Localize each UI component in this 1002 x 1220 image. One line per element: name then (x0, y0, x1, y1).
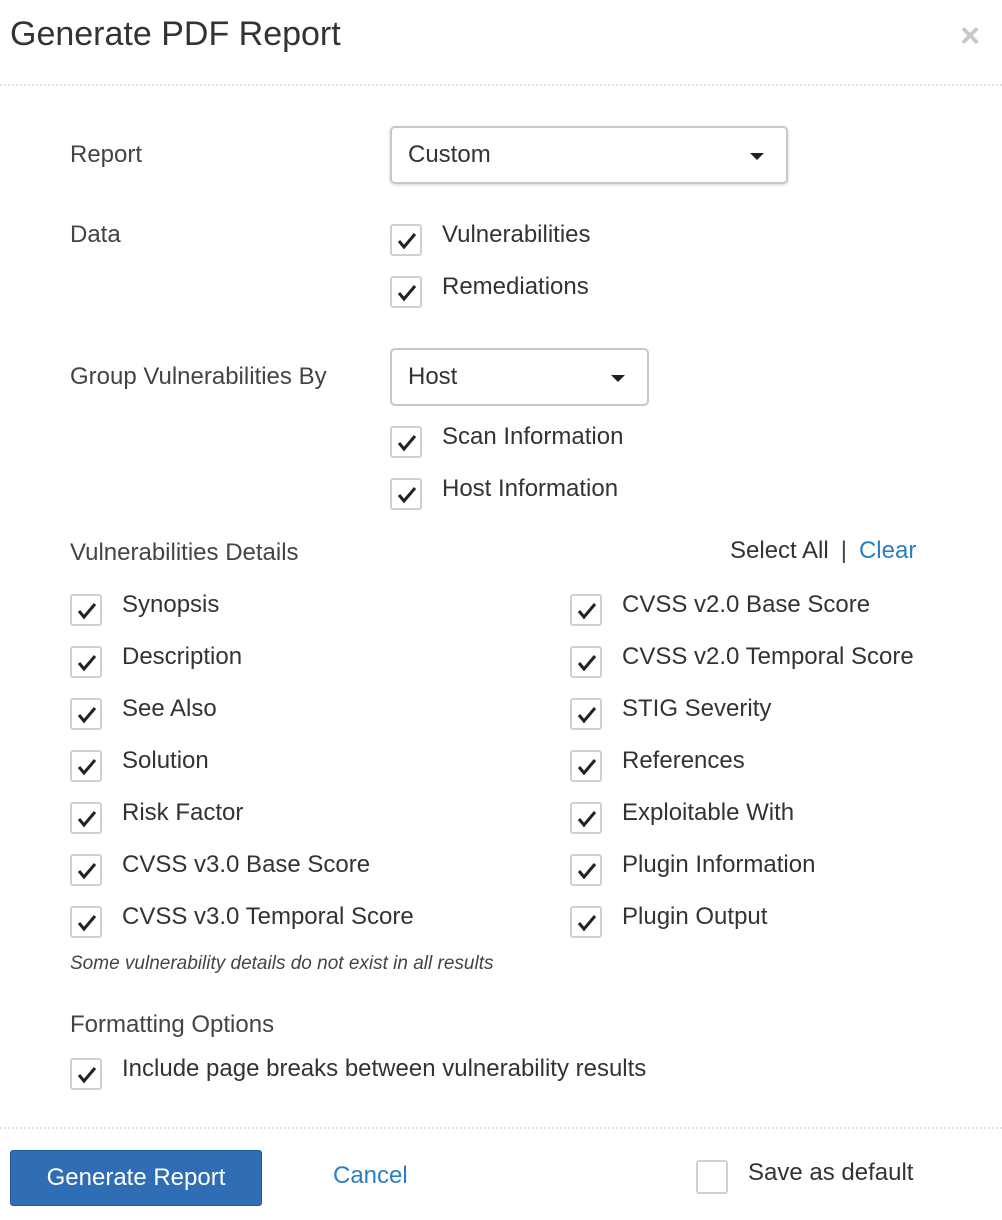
checkbox-box[interactable] (70, 698, 102, 730)
checkmark-icon (77, 863, 97, 880)
checkbox-label: CVSS v2.0 Temporal Score (622, 643, 914, 670)
group-by-label: Group Vulnerabilities By (70, 363, 327, 390)
header-divider (0, 84, 1002, 86)
checkmark-icon (77, 811, 97, 828)
close-icon[interactable]: × (954, 18, 986, 54)
caret-down-icon (750, 153, 764, 160)
checkbox-box[interactable] (70, 854, 102, 886)
checkbox-box[interactable] (570, 802, 602, 834)
checkbox-label: References (622, 747, 745, 774)
checkbox-box[interactable] (570, 698, 602, 730)
checkbox-box[interactable] (390, 426, 422, 458)
checkbox-box[interactable] (570, 594, 602, 626)
dialog-title: Generate PDF Report (10, 15, 341, 53)
checkbox-label: Host Information (442, 475, 619, 502)
checkbox-box[interactable] (70, 906, 102, 938)
checkmark-icon (577, 811, 597, 828)
checkbox-box[interactable] (696, 1160, 728, 1194)
checkbox-label: Scan Information (442, 423, 624, 450)
checkmark-icon (577, 603, 597, 620)
details-note: Some vulnerability details do not exist … (70, 953, 494, 974)
checkbox-label: CVSS v3.0 Base Score (122, 851, 371, 878)
checkbox-label: Exploitable With (622, 799, 795, 826)
checkbox-label: Synopsis (122, 591, 220, 618)
checkmark-icon (77, 759, 97, 776)
report-select[interactable]: Custom (390, 126, 788, 184)
checkbox-label: CVSS v3.0 Temporal Score (122, 903, 414, 930)
checkmark-icon (577, 655, 597, 672)
checkmark-icon (577, 863, 597, 880)
checkbox-box[interactable] (70, 594, 102, 626)
checkmark-icon (77, 603, 97, 620)
checkbox-box[interactable] (390, 276, 422, 308)
checkmark-icon (397, 487, 417, 504)
group-by-select-value: Host (408, 363, 458, 390)
report-label: Report (70, 141, 143, 168)
checkmark-icon (77, 1067, 97, 1084)
checkbox-box[interactable] (70, 750, 102, 782)
dialog-header: Generate PDF Report × (0, 0, 1002, 86)
checkmark-icon (397, 285, 417, 302)
checkbox-label: Risk Factor (122, 799, 244, 826)
checkbox-label: Plugin Information (622, 851, 816, 878)
select-links: Select All | Clear (730, 536, 916, 566)
data-label: Data (70, 221, 121, 248)
checkmark-icon (577, 915, 597, 932)
checkbox-label: Description (122, 643, 243, 670)
checkbox-label: STIG Severity (622, 695, 772, 722)
checkbox-label: Vulnerabilities (442, 221, 591, 248)
group-by-select[interactable]: Host (390, 348, 649, 406)
checkbox-label: See Also (122, 695, 217, 722)
checkmark-icon (77, 915, 97, 932)
checkmark-icon (397, 435, 417, 452)
checkbox-label: Plugin Output (622, 903, 768, 930)
vulnerabilities-details-heading: Vulnerabilities Details (70, 539, 299, 566)
checkbox-box[interactable] (570, 646, 602, 678)
formatting-options-heading: Formatting Options (70, 1011, 275, 1038)
footer-divider (0, 1127, 1002, 1129)
checkmark-icon (77, 655, 97, 672)
checkbox-box[interactable] (390, 224, 422, 256)
report-select-value: Custom (408, 141, 491, 168)
checkmark-icon (397, 233, 417, 250)
checkmark-icon (577, 707, 597, 724)
checkbox-box[interactable] (570, 906, 602, 938)
generate-pdf-report-dialog: Generate PDF Report × Report Custom Data… (0, 0, 1002, 1220)
select-all-link[interactable]: Select All (730, 537, 829, 564)
checkbox-label: Save as default (748, 1159, 914, 1186)
checkbox-box[interactable] (570, 750, 602, 782)
checkbox-box[interactable] (70, 1058, 102, 1090)
checkbox-label: Solution (122, 747, 209, 774)
checkbox-label: Include page breaks between vulnerabilit… (122, 1055, 647, 1082)
generate-report-button[interactable]: Generate Report (10, 1150, 262, 1206)
checkbox-label: Remediations (442, 273, 589, 300)
cancel-link[interactable]: Cancel (333, 1161, 408, 1191)
checkbox-box[interactable] (70, 802, 102, 834)
link-separator: | (840, 537, 847, 564)
checkbox-label: CVSS v2.0 Base Score (622, 591, 871, 618)
checkbox-box[interactable] (570, 854, 602, 886)
caret-down-icon (611, 375, 625, 382)
clear-link[interactable]: Clear (859, 537, 916, 564)
checkmark-icon (577, 759, 597, 776)
checkmark-icon (77, 707, 97, 724)
checkbox-box[interactable] (390, 478, 422, 510)
checkbox-box[interactable] (70, 646, 102, 678)
